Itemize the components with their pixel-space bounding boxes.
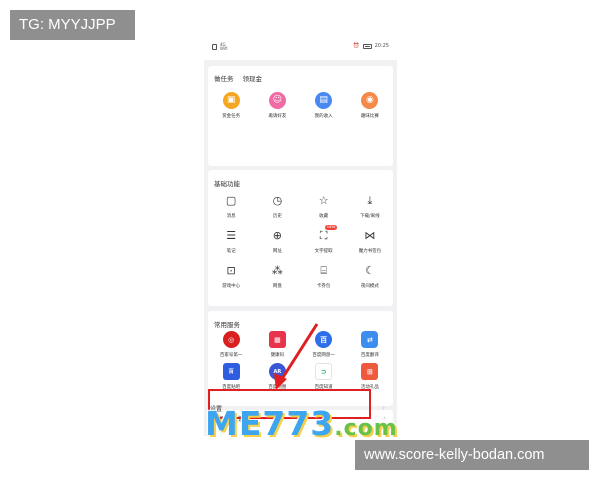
tool-item[interactable]: ▢ 消息 [208,192,254,219]
tool-item-label: 卡券包 [316,284,331,289]
task-grid: ▣ 赏金任务 ☺ 邀请好友 ▤ 我的收入 ◉ 趣味比赛 [208,92,393,119]
message-icon: ▢ [225,194,237,207]
battery-icon [362,43,372,49]
tool-item-label: 笔记 [226,249,236,254]
service-item-label: 健康码 [270,353,285,358]
service-item[interactable]: ⊃ 百度知道 [301,363,347,390]
tab-cash[interactable]: 领现金 [243,73,263,83]
tool-item[interactable]: ⤓ 下载/离线 [347,192,393,219]
tool-item-label: 夜间模式 [360,284,379,289]
service-item-label: 百家号第一 [219,353,243,358]
tool-item[interactable]: ◷ 历史 [254,192,300,219]
service-item[interactable]: ▦ 健康码 [254,331,300,358]
tool-item-label: 收藏 [319,214,329,219]
tieba-icon: 百 [222,363,240,380]
ticket-icon: ⌸ [320,264,327,277]
wallet-icon: ▤ [315,92,333,109]
task-item[interactable]: ◉ 趣味比赛 [347,92,393,119]
section-title-basic: 基础功能 [214,180,240,188]
network-indicator: 4G Wifi [220,42,228,51]
star-icon: ☆ [318,194,329,207]
tool-item-label: 网盘 [272,284,282,289]
task-item[interactable]: ☺ 邀请好友 [254,92,300,119]
map-icon: AR [268,363,286,380]
moon-icon: ☾ [364,264,375,277]
tool-item[interactable]: ☆ 收藏 [301,192,347,219]
tool-item[interactable]: ⛶ NEW 文字提取 [301,225,347,254]
globe-icon: ⊕ [272,229,282,242]
service-item[interactable]: AR 百度地图 [254,363,300,390]
task-item-label: 趣味比赛 [360,114,379,119]
service-item[interactable]: 百百度网盘一 [301,331,347,358]
tools-grid: ▢ 消息 ◷ 历史 ☆ 收藏 ⤓ 下载/离线 ☰ 笔记 ⊕ 网址 ⛶ NEW 文字提取 ⋈ 魔力书签包 ⊡ 游戏中心… [208,192,393,289]
note-icon: ☰ [226,229,237,242]
download-icon: ⤓ [367,194,373,207]
tool-item[interactable]: ⁂ 网盘 [254,262,300,289]
tool-item[interactable]: ☾ 夜间模式 [347,262,393,289]
service-item[interactable]: ⇄ 百度翻译 [347,331,393,358]
task-item[interactable]: ▤ 我的收入 [301,92,347,119]
netdisk-icon: 百 [315,331,333,348]
qrcode-icon: ▦ [268,331,286,348]
tool-item-label: 游戏中心 [222,284,241,289]
tab-tasks[interactable]: 做任务 [214,73,234,83]
service-item-label: 百度翻译 [360,353,379,358]
task-item[interactable]: ▣ 赏金任务 [208,92,254,119]
services-grid: ◎ 百家号第一 ▦ 健康码百百度网盘一 ⇄ 百度翻译百百度贴吧 AR 百度地图 ⊃ 百度知道 ⊞ 活动… [208,331,393,390]
tool-item-label: 下载/离线 [360,214,380,219]
present-icon: ⊞ [361,363,379,380]
service-item[interactable]: ⊞ 活动礼品 [347,363,393,390]
tool-item[interactable]: ⊡ 游戏中心 [208,262,254,289]
tool-item-label: 消息 [226,214,236,219]
users-icon: ☺ [268,92,286,109]
basic-functions-card: 基础功能 ▢ 消息 ◷ 历史 ☆ 收藏 ⤓ 下载/离线 ☰ 笔记 ⊕ 网址 ⛶ NEW 文字提取 ⋈ 魔力书签包… [208,170,393,306]
sim-icon [212,44,217,50]
tool-item-label: 魔力书签包 [358,249,382,254]
tool-item[interactable]: ⋈ 魔力书签包 [347,227,393,254]
scan-icon: ⛶ NEW [319,225,338,242]
alarm-icon: ⏰ [353,43,360,49]
status-time: 20:25 [374,43,389,49]
task-item-label: 邀请好友 [268,114,287,119]
task-item-label: 赏金任务 [222,114,241,119]
zhidao-icon: ⊃ [315,363,333,380]
tool-item[interactable]: ☰ 笔记 [208,227,254,254]
tool-item-label: 文字提取 [314,249,333,254]
tool-item[interactable]: ⌸ 卡券包 [301,262,347,289]
translate-icon: ⇄ [361,331,379,348]
site-url-watermark: www.score-kelly-bodan.com [355,440,589,470]
section-title-services: 常用服务 [214,321,240,329]
tg-watermark-badge: TG: MYYJJPP [10,10,135,40]
tool-item[interactable]: ⊕ 网址 [254,227,300,254]
new-badge: NEW [325,225,338,230]
status-bar: 4G Wifi ⏰ 20:25 [204,34,397,60]
tool-item-label: 网址 [272,249,282,254]
bookmark-icon: ⋈ [364,229,376,242]
phone-screen: 4G Wifi ⏰ 20:25 做任务 领现金 ▣ 赏金任务 ☺ 邀请好友 ▤ 我的收入 ◉… [204,34,397,436]
gamepad-icon: ⊡ [226,264,236,277]
tool-item-label: 历史 [272,214,282,219]
cloud-icon: ⁂ [271,264,283,277]
baijiahao-icon: ◎ [222,331,240,348]
clock-icon: ◷ [272,194,283,207]
task-card: 做任务 领现金 ▣ 赏金任务 ☺ 邀请好友 ▤ 我的收入 ◉ 趣味比赛 [208,66,393,166]
service-item-label: 百度网盘一 [312,353,335,358]
task-item-label: 我的收入 [314,114,333,119]
gift-icon: ▣ [222,92,240,109]
service-item[interactable]: 百百度贴吧 [208,363,254,390]
medal-icon: ◉ [361,92,379,109]
service-item[interactable]: ◎ 百家号第一 [208,331,254,358]
